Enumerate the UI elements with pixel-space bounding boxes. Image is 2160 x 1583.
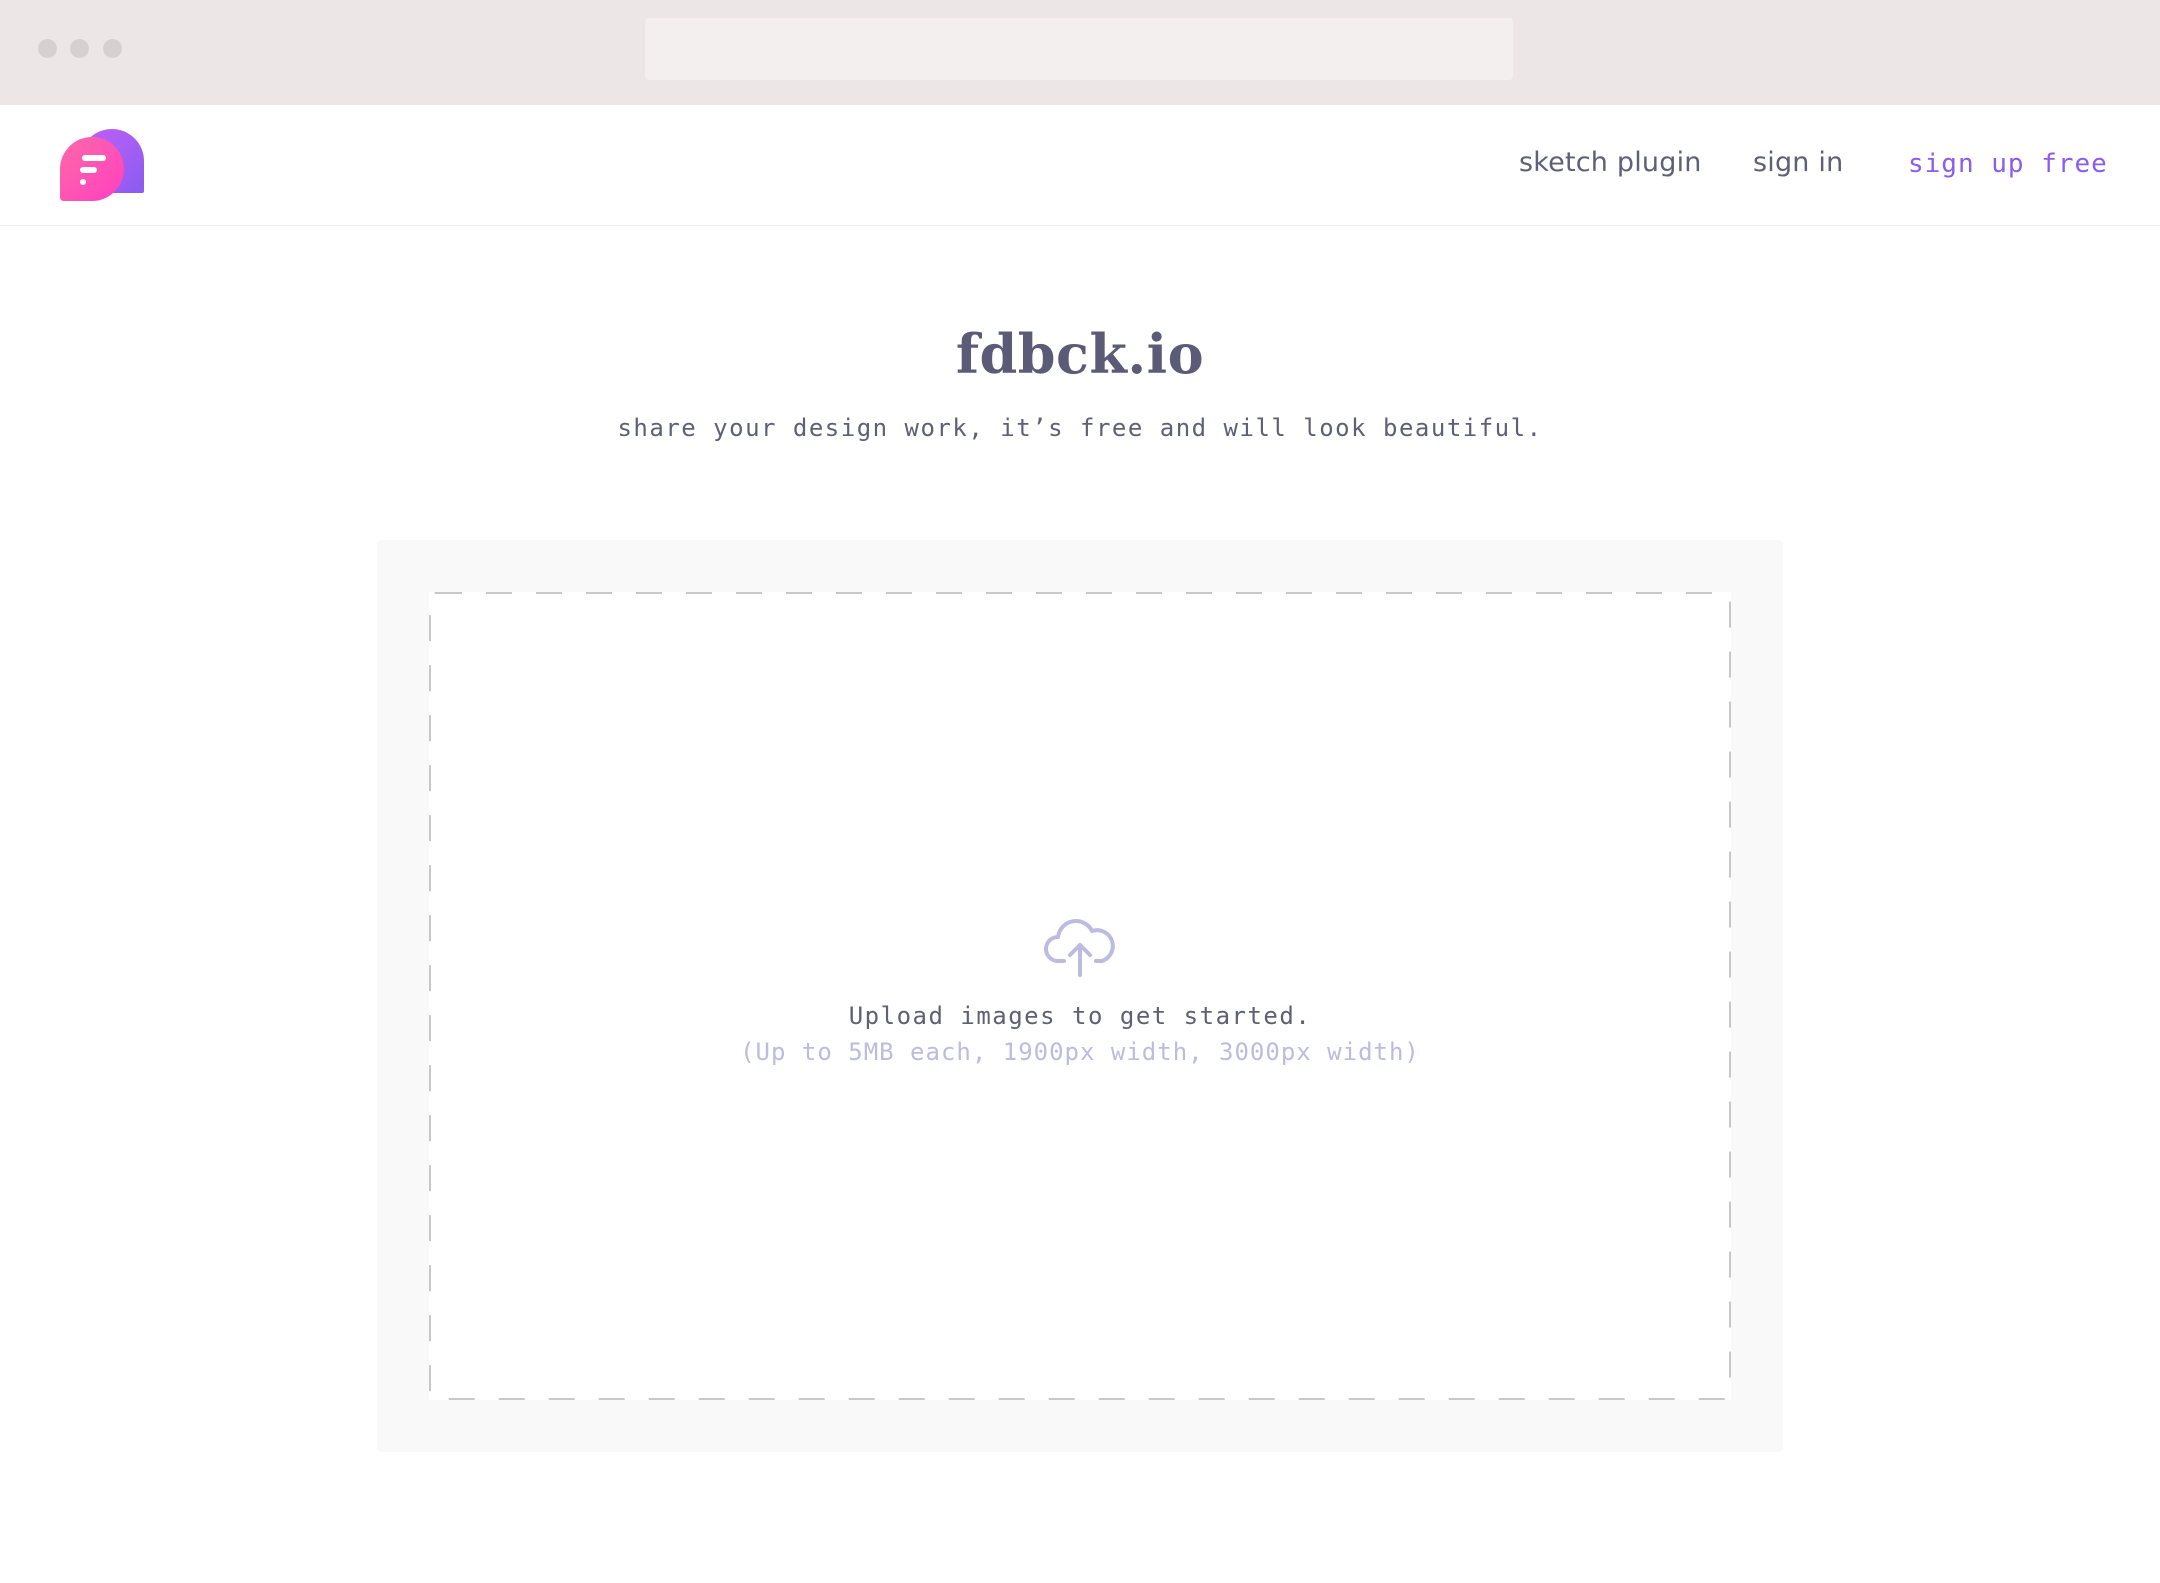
upload-dropzone[interactable]: Upload images to get started. (Up to 5MB…: [429, 592, 1731, 1400]
upload-limits-text: (Up to 5MB each, 1900px width, 3000px wi…: [740, 1038, 1420, 1066]
address-bar[interactable]: [645, 18, 1513, 80]
window-minimize-dot[interactable]: [70, 39, 89, 58]
page-subtitle: share your design work, it’s free and wi…: [617, 414, 1543, 442]
cloud-upload-icon: [1044, 919, 1115, 977]
nav-sign-in-link[interactable]: sign in: [1753, 147, 1843, 178]
upload-panel: Upload images to get started. (Up to 5MB…: [377, 540, 1783, 1452]
window-close-dot[interactable]: [38, 39, 57, 58]
browser-chrome: [0, 0, 2160, 105]
page-title: fdbck.io: [955, 322, 1205, 386]
upload-prompt: Upload images to get started.: [848, 1002, 1312, 1030]
nav-sketch-plugin-link[interactable]: sketch plugin: [1519, 147, 1702, 178]
nav-sign-up-link[interactable]: sign up free: [1908, 149, 2108, 179]
window-maximize-dot[interactable]: [103, 39, 122, 58]
dropzone-border: [429, 592, 1731, 1400]
site-header: sketch plugin sign in sign up free: [0, 105, 2160, 226]
logo[interactable]: [60, 127, 144, 207]
logo-icon: [60, 129, 144, 201]
